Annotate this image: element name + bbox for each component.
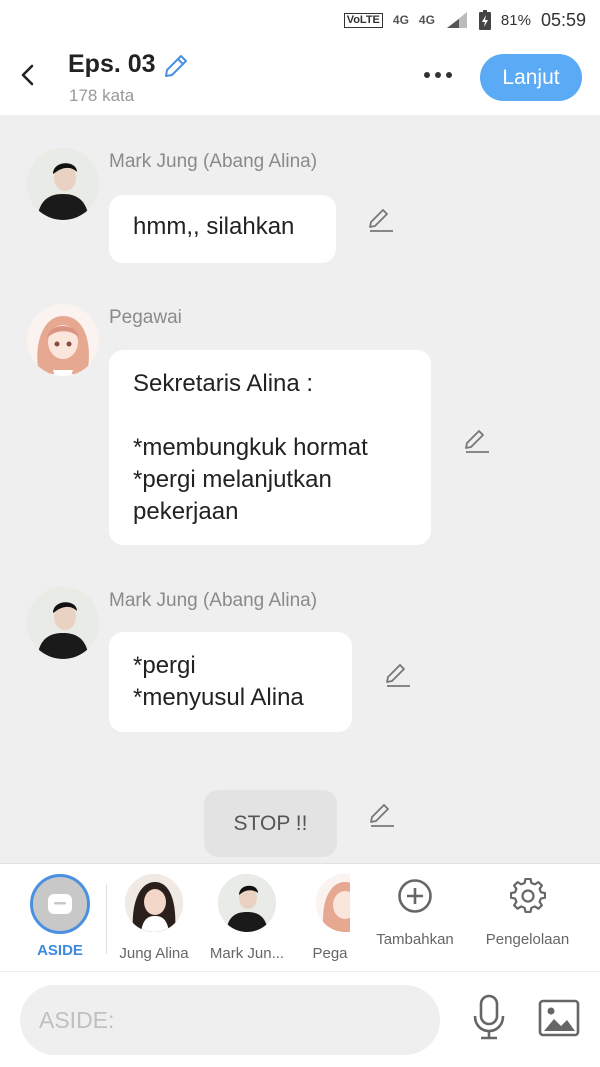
message-bubble[interactable]: Sekretaris Alina : *membungkuk hormat *p… <box>109 350 431 545</box>
plus-circle-icon <box>398 879 432 913</box>
network-type-2: 4G <box>418 13 435 27</box>
avatar-mark-jung[interactable] <box>27 587 99 659</box>
aside-icon <box>48 894 72 914</box>
message-input[interactable] <box>20 985 440 1055</box>
gear-icon <box>509 877 546 913</box>
aside-avatar <box>30 874 90 934</box>
avatar-mark-jung[interactable] <box>27 148 99 220</box>
character-label: Mark Jun... <box>209 945 285 962</box>
more-dot-icon <box>424 72 430 78</box>
network-type-1: 4G <box>392 13 409 27</box>
edit-pencil-icon[interactable] <box>368 801 396 829</box>
man-portrait-icon <box>27 587 99 659</box>
anime-girl-icon <box>316 874 350 932</box>
volte-indicator: VoLTE <box>343 12 383 28</box>
character-label: Pega <box>312 945 348 962</box>
episode-title: Eps. 03 <box>68 50 156 78</box>
back-button[interactable] <box>12 60 42 90</box>
man-portrait-icon <box>27 148 99 220</box>
woman-portrait-icon <box>125 874 183 932</box>
clock: 05:59 <box>540 9 586 30</box>
character-aside[interactable]: ASIDE <box>30 874 90 959</box>
image-icon[interactable] <box>538 999 580 1037</box>
word-count: 178 kata <box>69 86 135 105</box>
anime-girl-icon <box>27 304 99 376</box>
message-bubble[interactable]: *pergi *menyusul Alina <box>109 632 352 732</box>
avatar <box>125 874 183 932</box>
more-dot-icon <box>435 72 441 78</box>
avatar-pegawai[interactable] <box>27 304 99 376</box>
status-bar: VoLTE 4G 4G 81% 05:59 <box>0 0 600 40</box>
battery-level: 81% <box>500 11 531 29</box>
chat-area[interactable]: Mark Jung (Abang Alina) hmm,, silahkan P… <box>0 115 600 863</box>
next-button[interactable]: Lanjut <box>480 54 582 101</box>
episode-header: Eps. 03 178 kata Lanjut <box>0 40 600 115</box>
sender-name: Mark Jung (Abang Alina) <box>109 151 318 172</box>
character-label: Jung Alina <box>119 945 189 962</box>
avatar <box>316 874 350 932</box>
aside-message[interactable]: STOP !! <box>204 790 337 857</box>
more-dot-icon <box>446 72 452 78</box>
character-label: ASIDE <box>37 942 83 959</box>
message-bubble[interactable]: hmm,, silahkan <box>109 195 336 263</box>
add-character-button[interactable]: Tambahkan <box>368 878 462 948</box>
microphone-icon[interactable] <box>470 994 508 1042</box>
add-label: Tambahkan <box>376 931 454 948</box>
manage-label: Pengelolaan <box>485 931 570 948</box>
composer-bar <box>0 971 600 1067</box>
character-picker: ASIDE Jung Alina Mark Jun... Pega Tambah… <box>0 863 600 971</box>
edit-pencil-icon[interactable] <box>384 661 412 689</box>
edit-title-pencil-icon[interactable] <box>162 52 190 80</box>
picker-divider <box>106 884 107 954</box>
sender-name: Mark Jung (Abang Alina) <box>109 590 318 611</box>
more-options-button[interactable] <box>418 62 458 88</box>
edit-pencil-icon[interactable] <box>367 206 395 234</box>
character-jung-alina[interactable]: Jung Alina <box>110 874 198 962</box>
avatar <box>218 874 276 932</box>
battery-charging-icon <box>478 10 491 30</box>
man-portrait-icon <box>218 874 276 932</box>
signal-icon <box>446 12 467 28</box>
edit-pencil-icon[interactable] <box>463 427 491 455</box>
character-pegawai[interactable]: Pega <box>310 874 350 962</box>
character-mark-jung[interactable]: Mark Jun... <box>204 874 290 962</box>
sender-name: Pegawai <box>109 307 182 328</box>
chevron-left-icon <box>21 64 34 86</box>
manage-characters-button[interactable]: Pengelolaan <box>480 877 575 948</box>
